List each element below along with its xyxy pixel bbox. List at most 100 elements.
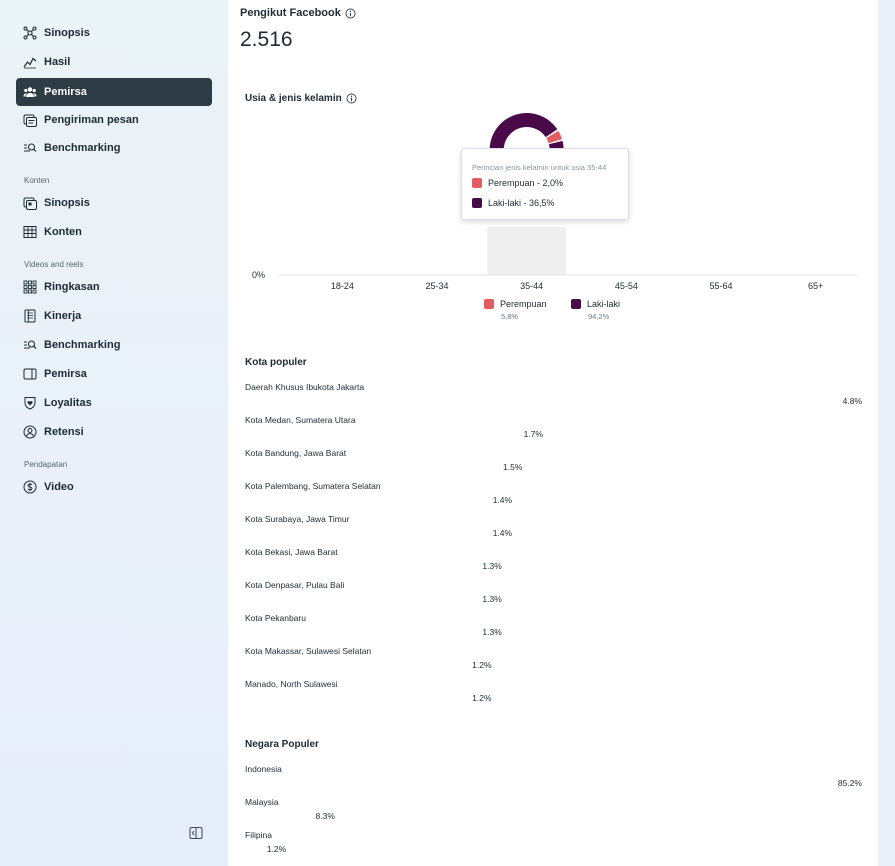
legend-label: Perempuan <box>500 299 547 309</box>
list-item-value: 8.3% <box>315 811 335 821</box>
sidebar-item-konten[interactable]: Konten <box>16 218 212 246</box>
list-item-value: 1.4% <box>492 495 513 505</box>
info-icon[interactable] <box>346 93 357 104</box>
sidebar-item-konten-sinopsis[interactable]: Sinopsis <box>16 189 212 217</box>
section-label-videos: Videos and reels <box>24 260 84 269</box>
legend-swatch <box>571 299 581 309</box>
collapse-sidebar-icon[interactable] <box>189 826 203 840</box>
video-icon <box>23 367 37 381</box>
sidebar-item-label: Retensi <box>44 426 84 438</box>
list-item-value: 1.3% <box>482 594 502 604</box>
network-icon <box>23 26 37 40</box>
info-icon[interactable] <box>345 8 356 19</box>
list-item-value: 4.8% <box>842 396 862 406</box>
heart-shield-icon <box>23 396 37 410</box>
sidebar-item-label: Video <box>44 481 74 493</box>
sidebar-item-video-benchmarking[interactable]: Benchmarking <box>16 331 212 359</box>
sidebar-item-loyalitas[interactable]: Loyalitas <box>16 389 212 417</box>
sidebar-item-kinerja[interactable]: Kinerja <box>16 302 212 330</box>
sidebar-item-label: Benchmarking <box>44 142 121 154</box>
x-tick-label: 35-44 <box>520 281 543 291</box>
age-gender-title: Usia & jenis kelamin <box>245 93 357 104</box>
followers-count: 2.516 <box>240 28 293 51</box>
audience-panel: Pengikut Facebook 2.516 Usia & jenis kel… <box>228 0 878 866</box>
sidebar-item-label: Kinerja <box>44 310 82 322</box>
hover-band <box>487 227 566 275</box>
followers-title: Pengikut Facebook <box>240 7 356 19</box>
grid-icon <box>23 280 37 294</box>
list-item-label: Manado, North Sulawesi <box>245 679 338 689</box>
benchmark-icon <box>23 338 37 352</box>
people-icon <box>23 85 37 99</box>
x-tick-label: 45-54 <box>615 281 638 291</box>
dollar-icon <box>23 480 37 494</box>
sidebar-item-benchmarking[interactable]: Benchmarking <box>16 134 212 162</box>
list-item-label: Kota Medan, Sumatera Utara <box>245 415 356 425</box>
list-item-label: Filipina <box>245 830 272 840</box>
sidebar-item-label: Hasil <box>44 56 71 68</box>
sidebar-item-label: Sinopsis <box>44 27 90 39</box>
sidebar-item-label: Benchmarking <box>44 339 121 351</box>
list-item-label: Indonesia <box>245 764 282 774</box>
swatch-perempuan <box>472 178 482 188</box>
list-item-label: Kota Denpasar, Pulau Bali <box>245 580 345 590</box>
x-tick-label: 18-24 <box>331 281 354 291</box>
person-circle-icon <box>23 425 37 439</box>
messages-icon <box>23 113 37 127</box>
section-label-pendapatan: Pendapatan <box>24 460 68 469</box>
sidebar-item-retensi[interactable]: Retensi <box>16 418 212 446</box>
sidebar-item-sinopsis[interactable]: Sinopsis <box>16 19 212 47</box>
sidebar: Sinopsis Hasil Pemirsa Pengiriman pesan … <box>0 0 228 866</box>
legend-perempuan[interactable]: Perempuan 5,8% <box>484 299 547 321</box>
sidebar-item-label: Loyalitas <box>44 397 92 409</box>
age-gender-title-text: Usia & jenis kelamin <box>245 93 342 104</box>
legend-value: 94,2% <box>588 312 610 321</box>
tooltip-row-perempuan: Perempuan - 2,0% <box>472 178 563 188</box>
age-gender-chart: 0% 18-24 25-34 35-44 45-54 55-64 65+ Perincian… <box>248 110 868 330</box>
list-item-label: Kota Bekasi, Jawa Barat <box>245 547 338 557</box>
tooltip-row-label: Laki-laki - 36,5% <box>488 198 555 208</box>
chart-tooltip: Perincian jenis kelamin untuk usia 35-44… <box>461 148 629 220</box>
tooltip-row-laki-laki: Laki-laki - 36,5% <box>472 198 555 208</box>
list-item-value: 1.5% <box>503 462 523 472</box>
legend-label: Laki-laki <box>587 299 621 309</box>
legend-value: 5,8% <box>501 312 519 321</box>
followers-title-text: Pengikut Facebook <box>240 7 341 19</box>
list-item-label: Kota Pekanbaru <box>245 613 306 623</box>
tooltip-title: Perincian jenis kelamin untuk usia 35-44 <box>472 163 607 172</box>
list-item-value: 1.7% <box>523 429 543 439</box>
list-item-label: Kota Bandung, Jawa Barat <box>245 448 347 458</box>
list-item-label: Daerah Khusus Ibukota Jakarta <box>245 382 365 392</box>
x-tick-label: 55-64 <box>709 281 732 291</box>
sidebar-item-hasil[interactable]: Hasil <box>16 48 212 76</box>
swatch-laki-laki <box>472 198 482 208</box>
age-gender-chart-svg: 0% 18-24 25-34 35-44 45-54 55-64 65+ <box>252 113 858 291</box>
posts-icon <box>23 196 37 210</box>
sidebar-item-pemirsa[interactable]: Pemirsa <box>16 78 212 106</box>
sidebar-item-video-pemirsa[interactable]: Pemirsa <box>16 360 212 388</box>
tooltip-row-label: Perempuan - 2,0% <box>488 178 564 188</box>
countries-title: Negara Populer <box>245 739 319 750</box>
sidebar-item-label: Pemirsa <box>44 368 87 380</box>
legend-laki-laki[interactable]: Laki-laki 94,2% <box>571 299 620 321</box>
sidebar-item-label: Pengiriman pesan <box>44 114 139 126</box>
list-item-label: Kota Palembang, Sumatera Selatan <box>245 481 381 491</box>
table-icon <box>23 225 37 239</box>
sidebar-item-video[interactable]: Video <box>16 473 212 501</box>
legend-swatch <box>484 299 494 309</box>
scroll-gutter <box>878 0 895 866</box>
x-tick-label: 65+ <box>808 281 823 291</box>
section-label-konten: Konten <box>24 176 50 185</box>
x-tick-label: 25-34 <box>425 281 448 291</box>
bar-laki-laki <box>489 113 558 150</box>
sidebar-item-label: Ringkasan <box>44 281 100 293</box>
benchmark-icon <box>23 141 37 155</box>
list-item-value: 1.4% <box>492 528 513 538</box>
trend-icon <box>23 55 37 69</box>
sidebar-item-label: Pemirsa <box>44 86 87 98</box>
sidebar-item-label: Sinopsis <box>44 197 90 209</box>
sidebar-item-ringkasan[interactable]: Ringkasan <box>16 273 212 301</box>
y-tick-label: 0% <box>252 270 265 280</box>
sidebar-item-pengiriman-pesan[interactable]: Pengiriman pesan <box>16 106 212 134</box>
list-item-label: Kota Surabaya, Jawa Timur <box>245 514 350 524</box>
